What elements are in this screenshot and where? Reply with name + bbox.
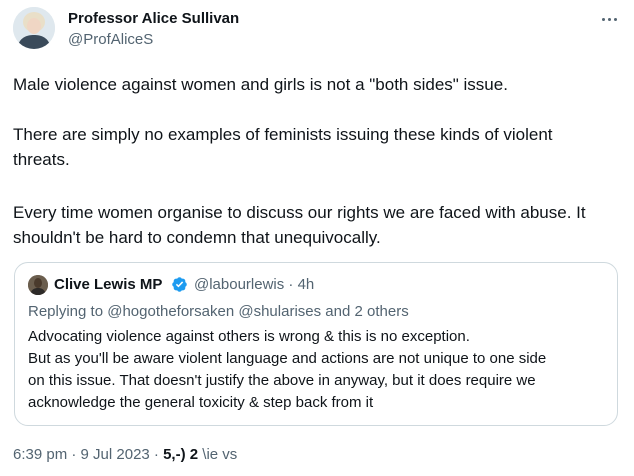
quoted-author-handle[interactable]: @labourlewis · 4h xyxy=(194,276,314,293)
quoted-line: on this issue. That doesn't justify the … xyxy=(28,372,536,389)
quoted-line: Advocating violence against others is wr… xyxy=(28,328,470,345)
replying-to-label: Replying to xyxy=(28,303,104,320)
verified-badge-icon xyxy=(172,277,187,292)
quoted-author-avatar[interactable] xyxy=(28,275,48,295)
replying-to-line: Replying to @hogotheforsaken @shularises… xyxy=(28,303,409,320)
tweet-paragraph: Male violence against women and girls is… xyxy=(13,75,508,94)
author-avatar-image xyxy=(13,7,55,49)
quoted-tweet[interactable]: Clive Lewis MP @labourlewis · 4h Replyin… xyxy=(14,262,618,426)
reply-others[interactable]: and 2 others xyxy=(325,303,408,320)
views-count: 5,-) 2 xyxy=(163,446,199,463)
dot xyxy=(607,17,611,21)
author-handle[interactable]: @ProfAliceS xyxy=(68,31,153,48)
quoted-line: acknowledge the general toxicity & step … xyxy=(28,394,374,411)
more-dots-icon[interactable] xyxy=(596,10,622,28)
dot xyxy=(613,17,617,21)
author-avatar[interactable] xyxy=(13,7,55,49)
tweet-paragraph: There are simply no examples of feminist… xyxy=(13,125,553,169)
quoted-avatar-image xyxy=(28,275,48,295)
tweet-timestamp[interactable]: 6:39 pm · 9 Jul 2023 · xyxy=(13,446,159,463)
author-name[interactable]: Professor Alice Sullivan xyxy=(68,10,239,27)
quoted-author-name[interactable]: Clive Lewis MP xyxy=(54,276,162,293)
views-label: \ie vs xyxy=(202,446,238,463)
quoted-tweet-text: Advocating violence against others is wr… xyxy=(28,326,608,414)
tweet-meta: 6:39 pm · 9 Jul 2023 · 5,-) 2 \ie vs xyxy=(13,446,237,463)
quoted-line: But as you'll be aware violent language … xyxy=(28,350,547,367)
tweet-paragraph: Every time women organise to discuss our… xyxy=(13,203,586,247)
tweet: Professor Alice Sullivan @ProfAliceS Mal… xyxy=(0,0,634,476)
reply-mentions[interactable]: @hogotheforsaken @shularises xyxy=(107,303,321,320)
dot xyxy=(601,17,605,21)
